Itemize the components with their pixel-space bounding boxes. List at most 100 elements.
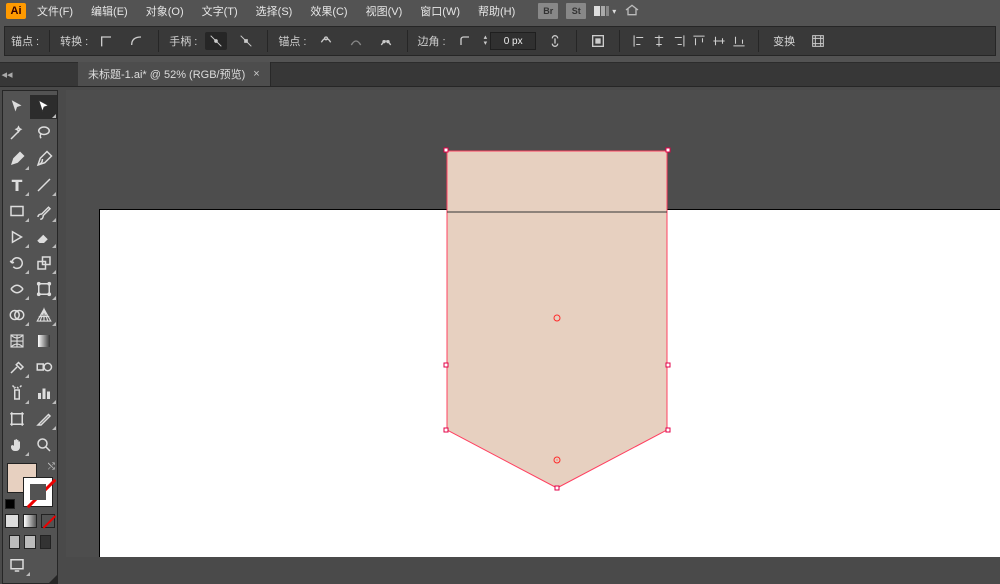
fill-stroke-swatch[interactable]: ⤭ [7,463,53,507]
search-icon[interactable] [624,2,640,21]
curvature-tool[interactable] [30,147,57,171]
cut-path-icon[interactable] [375,32,397,50]
magic-wand-tool[interactable] [3,121,30,145]
color-mode-none[interactable] [41,514,55,528]
canvas-area[interactable] [66,90,1000,557]
convert-corner-icon[interactable] [96,32,118,50]
swap-colors-icon[interactable]: ⤭ [48,461,55,472]
perspective-grid-tool[interactable] [30,303,57,327]
control-bar: 锚点 : 转换 : 手柄 : 锚点 : 边角 : ▴▾ 变换 [4,26,996,56]
scale-tool[interactable] [30,251,57,275]
blend-tool[interactable] [30,355,57,379]
pen-tool[interactable] [3,147,30,171]
draw-behind-icon[interactable] [24,535,35,549]
align-right-icon[interactable] [670,32,688,50]
rectangle-tool[interactable] [3,199,30,223]
shape-builder-tool[interactable] [3,303,30,327]
menu-help[interactable]: 帮助(H) [471,1,522,21]
convert-smooth-icon[interactable] [126,32,148,50]
rotation-origin-icon[interactable] [554,457,561,464]
anchors-label: 锚点 : [11,33,39,49]
menu-bar: Ai 文件(F) 编辑(E) 对象(O) 文字(T) 选择(S) 效果(C) 视… [0,0,1000,22]
menu-effect[interactable]: 效果(C) [303,1,354,21]
handle-tr[interactable] [666,148,671,153]
menu-right-cluster: Br St ▾ [538,2,640,21]
eraser-tool[interactable] [30,225,57,249]
color-mode-row [3,511,57,531]
close-tab-icon[interactable]: × [253,68,259,80]
menu-view[interactable]: 视图(V) [359,1,410,21]
slice-tool[interactable] [30,407,57,431]
menu-file[interactable]: 文件(F) [30,1,80,21]
free-transform-tool[interactable] [30,277,57,301]
color-mode-gradient[interactable] [23,514,37,528]
draw-normal-icon[interactable] [9,535,20,549]
corner-label: 边角 : [418,33,446,49]
align-bottom-icon[interactable] [730,32,748,50]
anchor2-label: 锚点 : [278,33,306,49]
line-tool[interactable] [30,173,57,197]
graph-tool[interactable] [30,381,57,405]
panel-resize-grip[interactable] [49,575,57,583]
eyedropper-tool[interactable] [3,355,30,379]
menu-type[interactable]: 文字(T) [195,1,245,21]
type-tool[interactable] [3,173,30,197]
connect-anchor-icon[interactable] [345,32,367,50]
shaper-tool[interactable] [3,225,30,249]
handle-bottom[interactable] [555,486,560,491]
document-tab[interactable]: 未标题-1.ai* @ 52% (RGB/预览) × [78,62,271,86]
symbol-sprayer-tool[interactable] [3,381,30,405]
panel-collapse-icon[interactable]: ◂◂ [2,67,12,81]
corner-widget-icon[interactable] [454,32,476,50]
chain-icon[interactable] [544,32,566,50]
align-group [630,32,748,50]
shape-mode-icon[interactable] [807,32,829,50]
align-hcenter-icon[interactable] [650,32,668,50]
direct-selection-tool[interactable] [30,95,57,119]
handle-br[interactable] [666,428,671,433]
menu-select[interactable]: 选择(S) [249,1,300,21]
align-vcenter-icon[interactable] [710,32,728,50]
handle-tl[interactable] [444,148,449,153]
corner-radius-field[interactable]: ▴▾ [484,32,537,50]
handles-show-icon[interactable] [205,32,227,50]
selected-shape[interactable] [446,150,668,490]
mesh-tool[interactable] [3,329,30,353]
stroke-color-swatch[interactable] [23,477,53,507]
draw-inside-icon[interactable] [40,535,51,549]
rotate-tool[interactable] [3,251,30,275]
corner-radius-input[interactable] [490,32,536,50]
lasso-tool[interactable] [30,121,57,145]
bridge-icon[interactable]: Br [538,3,558,19]
width-tool[interactable] [3,277,30,301]
center-point-icon[interactable] [554,315,561,322]
transform-button[interactable]: 变换 [769,33,799,49]
stock-icon[interactable]: St [566,3,586,19]
handle-mr[interactable] [666,363,671,368]
gradient-tool[interactable] [30,329,57,353]
tool-panel: ⤭ [2,90,58,584]
artboard-tool[interactable] [3,407,30,431]
screen-mode-row [3,533,57,551]
selection-tool[interactable] [3,95,30,119]
workspace-switcher[interactable]: ▾ [594,5,616,17]
paintbrush-tool[interactable] [30,199,57,223]
default-colors-icon[interactable] [5,499,15,509]
document-tabstrip: ◂◂ 未标题-1.ai* @ 52% (RGB/预览) × [0,63,1000,87]
hand-tool[interactable] [3,433,30,457]
handles-label: 手柄 : [169,33,197,49]
handles-hide-icon[interactable] [235,32,257,50]
handle-ml[interactable] [444,363,449,368]
align-top-icon[interactable] [690,32,708,50]
document-tab-title: 未标题-1.ai* @ 52% (RGB/预览) [88,66,245,82]
align-left-icon[interactable] [630,32,648,50]
remove-anchor-icon[interactable] [315,32,337,50]
menu-object[interactable]: 对象(O) [139,1,191,21]
zoom-tool[interactable] [30,433,57,457]
handle-bl[interactable] [444,428,449,433]
isolate-icon[interactable] [587,32,609,50]
menu-window[interactable]: 窗口(W) [413,1,467,21]
color-mode-solid[interactable] [5,514,19,528]
menu-edit[interactable]: 编辑(E) [84,1,135,21]
app-logo: Ai [6,3,26,19]
